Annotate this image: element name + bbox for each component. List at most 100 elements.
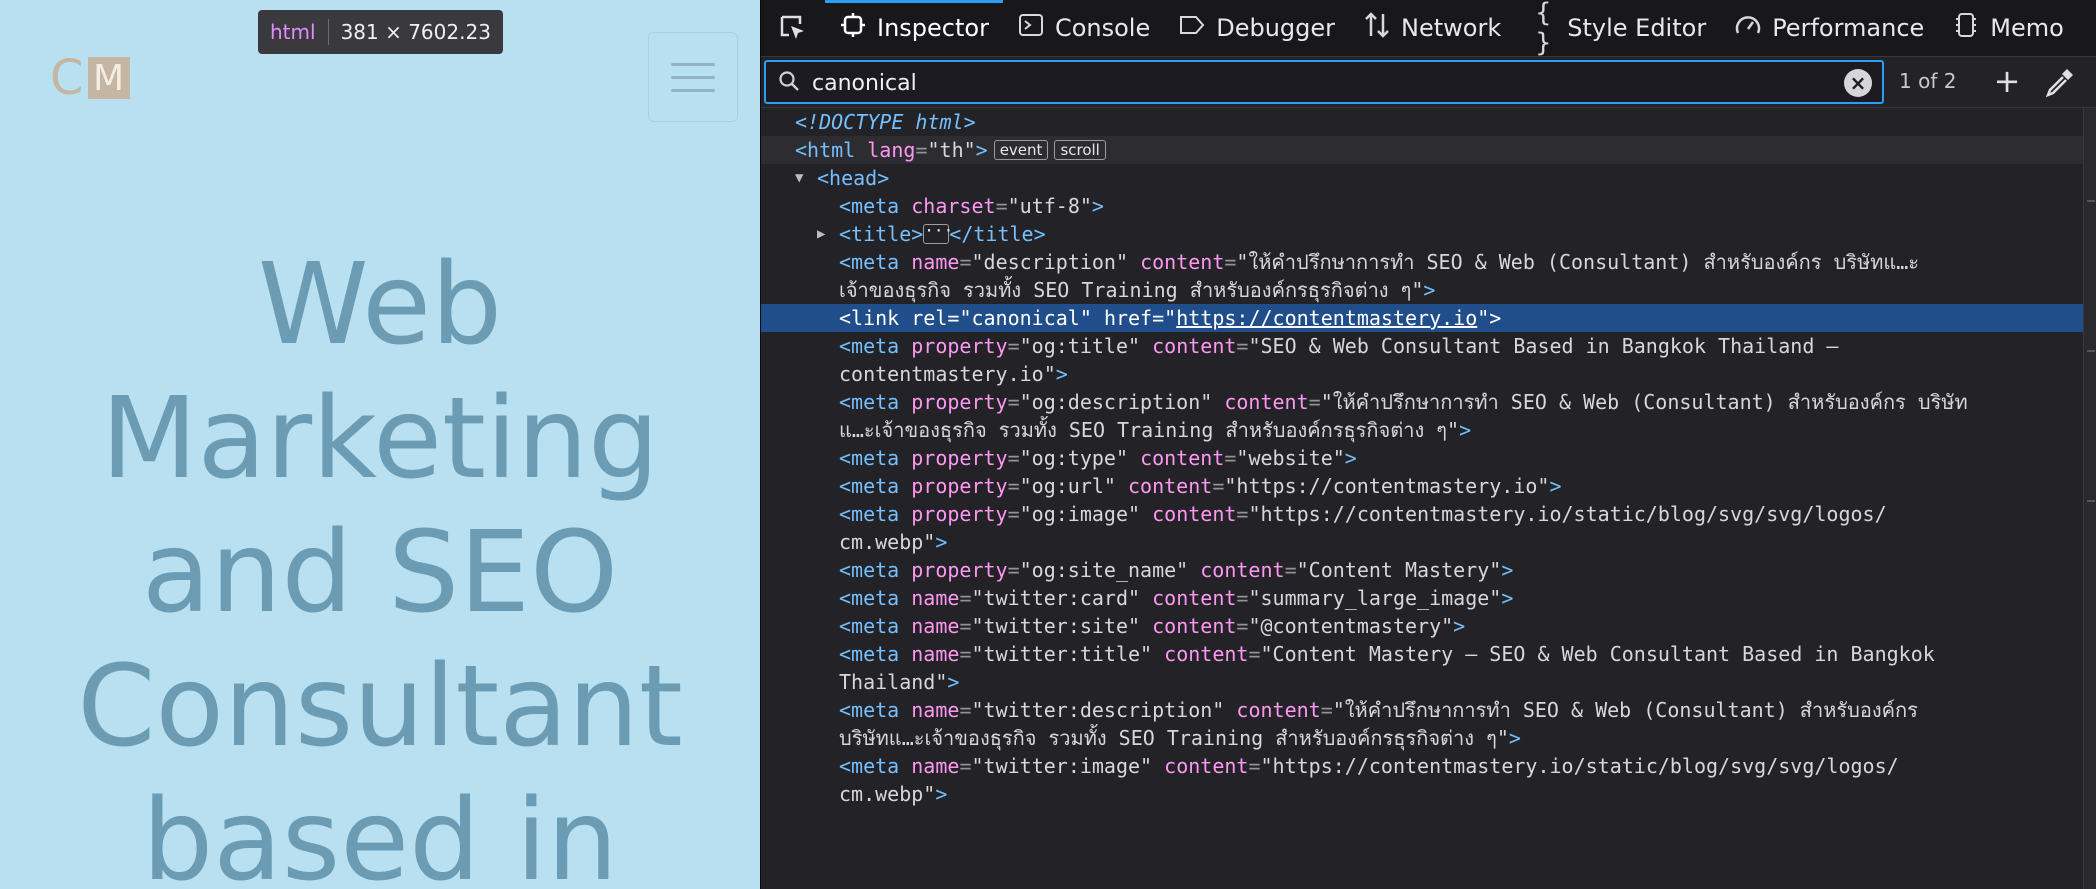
- attr-value: "@contentmastery": [1248, 614, 1454, 638]
- tooltip-size: 381 × 7602.23: [340, 20, 491, 44]
- performance-icon: [1734, 11, 1762, 46]
- tab-debugger[interactable]: Debugger: [1164, 0, 1349, 56]
- attr-value: "description": [971, 250, 1129, 274]
- expand-toggle-icon[interactable]: ▶: [817, 220, 825, 248]
- tree-node-meta-og-image[interactable]: <meta property="og:image" content="https…: [761, 500, 2083, 528]
- tag-close: </title>: [949, 222, 1046, 246]
- search-input[interactable]: [810, 68, 1814, 98]
- tree-node-head[interactable]: ▼ <head>: [761, 164, 2083, 192]
- scrollbar-marker: [2087, 350, 2095, 352]
- attr-name: content: [1140, 250, 1225, 274]
- element-picker-icon[interactable]: [761, 0, 825, 56]
- attr-value: "SEO & Web Consultant Based in Bangkok T…: [1248, 334, 1839, 358]
- memory-icon: [1952, 11, 1980, 46]
- page-preview: C M Web Marketing and SEO Consultant bas…: [0, 0, 760, 889]
- attr-value: "ให้คำปรึกษาการทำ SEO & Web (Consultant)…: [1332, 698, 1918, 722]
- attr-value: contentmastery.io": [839, 362, 1056, 386]
- tab-label: Debugger: [1216, 14, 1336, 42]
- attr-value: "utf-8": [1007, 194, 1092, 218]
- attr-value: เจ้าของธุรกิจ รวมทั้ง SEO Training สำหรั…: [839, 278, 1424, 302]
- attr-value: บริษัทแ…ะเจ้าของธุรกิจ รวมทั้ง SEO Train…: [839, 726, 1509, 750]
- tree-node-meta-twitter-site[interactable]: <meta name="twitter:site" content="@cont…: [761, 612, 2083, 640]
- attr-value: "https://contentmastery.io/static/blog/s…: [1248, 502, 1887, 526]
- hero-line: Consultant: [77, 642, 683, 772]
- attr-name: href: [1103, 306, 1153, 330]
- scrollbar-marker: [2087, 500, 2095, 502]
- tree-node-continuation[interactable]: cm.webp">: [761, 780, 2083, 808]
- hero-heading: Web Marketing and SEO Consultant based i…: [0, 238, 760, 889]
- hero-line: Web: [257, 240, 503, 370]
- tag-name: html: [807, 138, 856, 162]
- attr-value: "https://contentmastery.io": [1224, 474, 1550, 498]
- clear-search-icon[interactable]: ×: [1844, 69, 1872, 97]
- collapsed-content-icon[interactable]: ···: [923, 222, 953, 244]
- tree-node-continuation[interactable]: Thailand">: [761, 668, 2083, 696]
- scroll-badge[interactable]: scroll: [1054, 139, 1106, 160]
- tree-node-continuation[interactable]: บริษัทแ…ะเจ้าของธุรกิจ รวมทั้ง SEO Train…: [761, 724, 2083, 752]
- tree-node-meta-twitter-card[interactable]: <meta name="twitter:card" content="summa…: [761, 584, 2083, 612]
- attr-value: "twitter:title": [971, 642, 1153, 666]
- tag-open: <title>: [839, 222, 924, 246]
- tree-node-html[interactable]: <html lang="th"> event scroll: [761, 136, 2083, 164]
- tree-node-meta-og-type[interactable]: <meta property="og:type" content="websit…: [761, 444, 2083, 472]
- tree-node-title[interactable]: ▶ <title>···</title>: [761, 220, 2083, 248]
- attr-value: แ…ะเจ้าของธุรกิจ รวมทั้ง SEO Training สำ…: [839, 418, 1460, 442]
- attr-name: lang: [867, 138, 916, 162]
- attr-name: rel: [911, 306, 948, 330]
- tree-node-meta-twitter-title[interactable]: <meta name="twitter:title" content="Cont…: [761, 640, 2083, 668]
- markup-search-bar: × 1 of 2 +: [761, 57, 2096, 108]
- tree-node-continuation[interactable]: cm.webp">: [761, 528, 2083, 556]
- attr-value: "og:type": [1019, 446, 1129, 470]
- tooltip-tag: html: [270, 20, 316, 44]
- href-link[interactable]: https://contentmastery.io: [1176, 306, 1477, 330]
- tree-node-continuation[interactable]: แ…ะเจ้าของธุรกิจ รวมทั้ง SEO Training สำ…: [761, 416, 2083, 444]
- tree-node-meta-og-description[interactable]: <meta property="og:description" content=…: [761, 388, 2083, 416]
- tab-label: Memo: [1990, 14, 2064, 42]
- tab-memory[interactable]: Memo: [1938, 0, 2078, 56]
- attr-name: name: [911, 250, 960, 274]
- tab-label: Inspector: [877, 14, 989, 42]
- add-node-button[interactable]: +: [1987, 61, 2027, 101]
- tag-name: head: [829, 166, 878, 190]
- expand-toggle-icon[interactable]: ▼: [795, 164, 803, 192]
- tree-node-meta-og-site-name[interactable]: <meta property="og:site_name" content="C…: [761, 556, 2083, 584]
- attr-value: "canonical": [959, 306, 1092, 330]
- tab-inspector[interactable]: Inspector: [825, 0, 1003, 56]
- hamburger-menu-icon[interactable]: [648, 32, 738, 122]
- tree-node-meta-description[interactable]: <meta name="description" content="ให้คำป…: [761, 248, 2083, 276]
- attr-value: "og:title": [1019, 334, 1141, 358]
- attr-value: "twitter:site": [971, 614, 1141, 638]
- tab-performance[interactable]: Performance: [1720, 0, 1938, 56]
- attr-value: "og:description": [1019, 390, 1213, 414]
- attr-value: "twitter:description": [971, 698, 1225, 722]
- tab-label: Style Editor: [1567, 14, 1707, 42]
- attr-value: "https://contentmastery.io/static/blog/s…: [1260, 754, 1899, 778]
- tree-node-continuation[interactable]: เจ้าของธุรกิจ รวมทั้ง SEO Training สำหรั…: [761, 276, 2083, 304]
- tree-node-meta-charset[interactable]: <meta charset="utf-8">: [761, 192, 2083, 220]
- tab-style-editor[interactable]: { } Style Editor: [1515, 0, 1720, 58]
- tree-node-meta-twitter-description[interactable]: <meta name="twitter:description" content…: [761, 696, 2083, 724]
- eyedropper-icon[interactable]: [2043, 65, 2077, 99]
- attr-value: "ให้คำปรึกษาการทำ SEO & Web (Consultant)…: [1236, 250, 1920, 274]
- site-logo[interactable]: C M: [50, 54, 130, 102]
- tree-node-doctype[interactable]: <!DOCTYPE html>: [761, 108, 2083, 136]
- tree-node-meta-og-title[interactable]: <meta property="og:title" content="SEO &…: [761, 332, 2083, 360]
- markup-scrollbar[interactable]: [2083, 108, 2096, 889]
- tree-node-meta-og-url[interactable]: <meta property="og:url" content="https:/…: [761, 472, 2083, 500]
- devtools-panel: Inspector Console Debugger Network { } S…: [761, 0, 2096, 889]
- logo-letter-m: M: [87, 57, 130, 99]
- style-editor-icon: { }: [1534, 0, 1552, 58]
- attr-value: "og:image": [1019, 502, 1141, 526]
- tree-node-meta-twitter-image[interactable]: <meta name="twitter:image" content="http…: [761, 752, 2083, 780]
- markup-tree[interactable]: <!DOCTYPE html> <html lang="th"> event scr…: [761, 108, 2083, 889]
- tab-label: Network: [1401, 14, 1502, 42]
- tab-network[interactable]: Network: [1349, 0, 1515, 56]
- search-field[interactable]: ×: [764, 60, 1884, 104]
- network-icon: [1363, 11, 1391, 46]
- tab-console[interactable]: Console: [1003, 0, 1164, 56]
- attr-value: cm.webp": [839, 782, 936, 806]
- tree-node-link-canonical[interactable]: <link rel="canonical" href="https://cont…: [761, 304, 2083, 332]
- tree-node-continuation[interactable]: contentmastery.io">: [761, 360, 2083, 388]
- element-size-tooltip: html 381 × 7602.23: [258, 10, 503, 54]
- event-badge[interactable]: event: [993, 139, 1049, 160]
